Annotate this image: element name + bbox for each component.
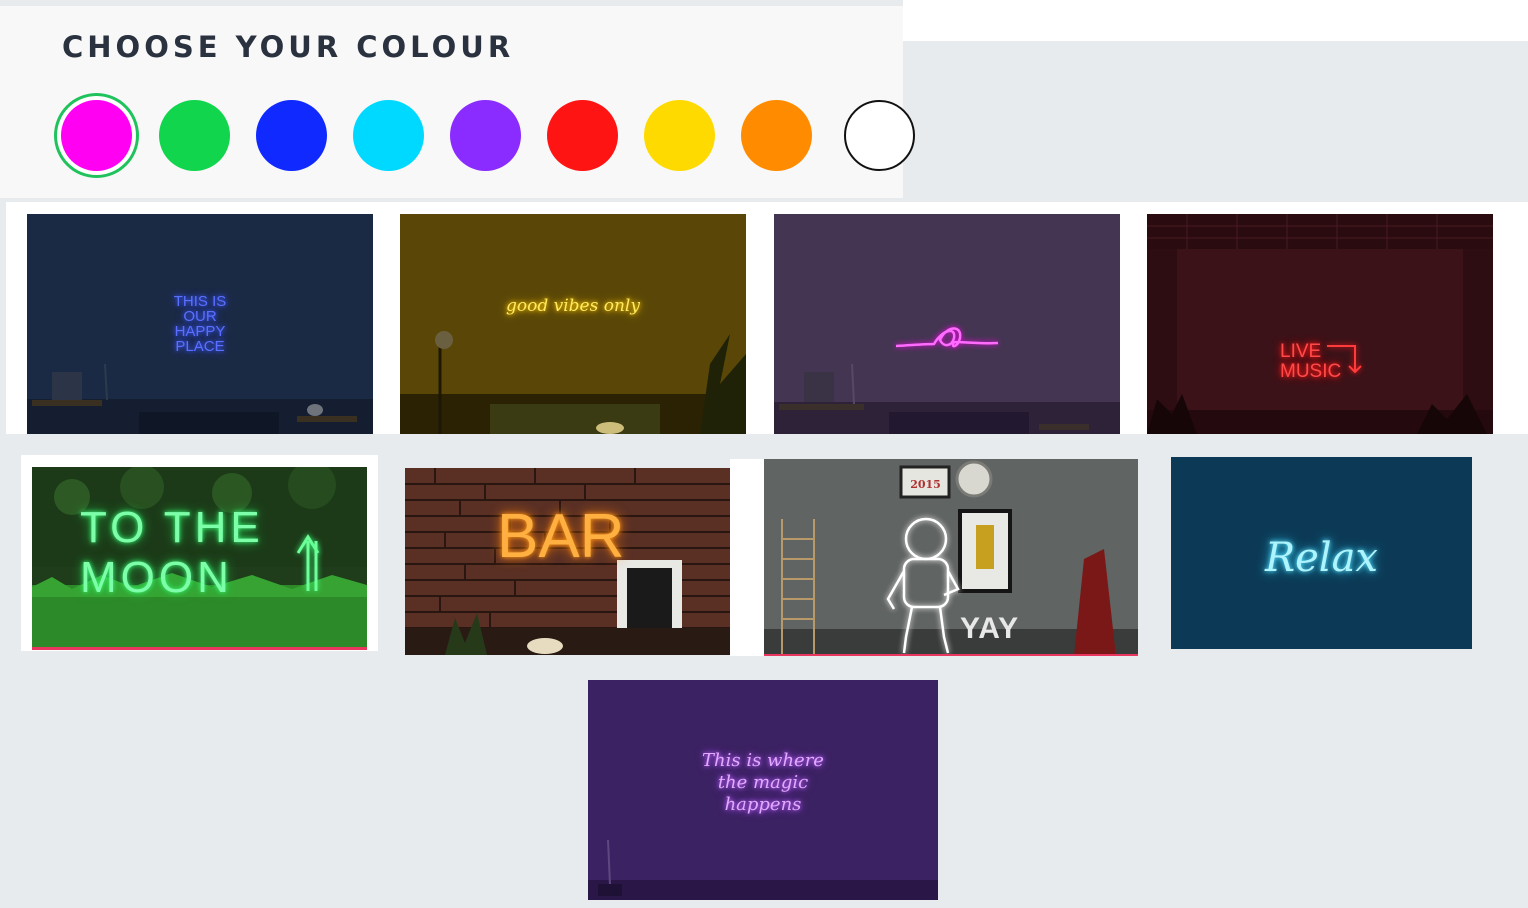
photo-frame (730, 459, 764, 656)
top-right-white-area (903, 0, 1528, 41)
photo-good-vibes[interactable]: good vibes only (400, 214, 746, 434)
photo-live-music[interactable]: LIVE MUSIC (1147, 214, 1493, 434)
lamp-room-icon (400, 331, 746, 434)
neon-sign-to-the-moon: TO THE MOON (80, 503, 264, 602)
swatch-ice-blue[interactable] (353, 100, 424, 171)
photo-hearts[interactable] (774, 214, 1120, 434)
neon-sign-happy-place: THIS IS OUR HAPPY PLACE (173, 293, 227, 355)
photo-magic-happens[interactable]: This is where the magic happens (588, 680, 938, 900)
photo-bar[interactable]: BAR (405, 468, 730, 655)
swatch-purple[interactable] (450, 100, 521, 171)
picker-title: CHOOSE YOUR COLOUR (62, 30, 515, 64)
astronaut-neon-icon (764, 459, 1138, 656)
photo-relax[interactable]: Relax (1171, 457, 1472, 649)
letters-yay: YAY (960, 612, 1020, 645)
swatch-red[interactable] (547, 100, 618, 171)
neon-sign-bar: BAR (497, 502, 625, 571)
photo-accent-line (764, 654, 1138, 656)
photo-to-the-moon[interactable]: TO THE MOON (32, 467, 367, 650)
neon-sign-good-vibes: good vibes only (506, 296, 640, 316)
photo-astronaut[interactable]: 2015 YAY (764, 459, 1138, 656)
neon-sign-magic-happens: This is where the magic happens (702, 750, 824, 815)
swatch-pink[interactable] (61, 100, 132, 171)
photo-happy-place[interactable]: THIS IS OUR HAPPY PLACE (27, 214, 373, 434)
frame-text-2015: 2015 (910, 478, 941, 491)
swatch-blue[interactable] (256, 100, 327, 171)
swatch-orange[interactable] (741, 100, 812, 171)
dark-room-icon (1147, 214, 1493, 434)
swatch-white[interactable] (844, 100, 915, 171)
colour-picker: CHOOSE YOUR COLOUR (0, 6, 915, 198)
neon-sign-relax: Relax (1265, 535, 1378, 581)
swatch-green[interactable] (159, 100, 230, 171)
photo-accent-line (32, 647, 367, 650)
swatch-yellow[interactable] (644, 100, 715, 171)
heart-neon-icon (774, 327, 1120, 434)
neon-sign-live-music: LIVE MUSIC (1280, 341, 1342, 382)
